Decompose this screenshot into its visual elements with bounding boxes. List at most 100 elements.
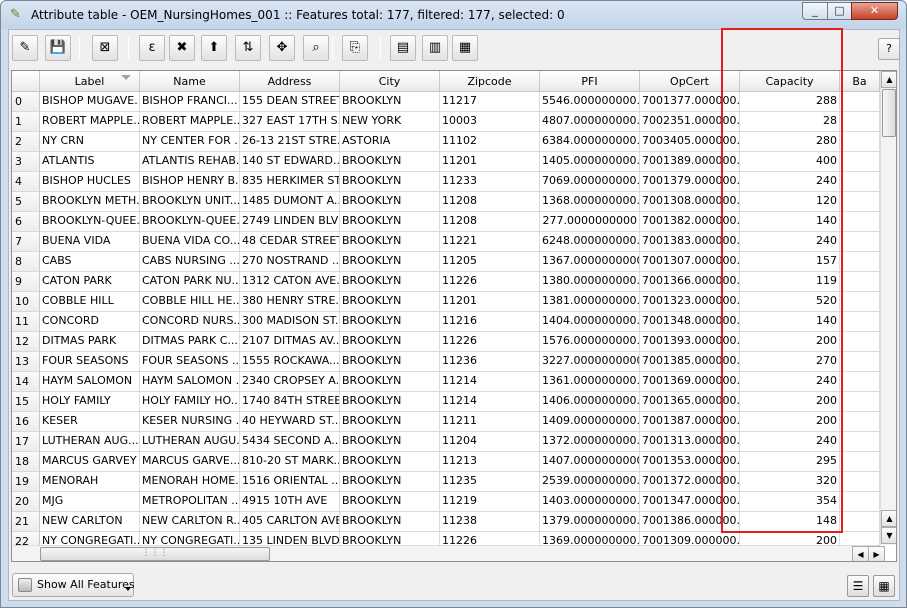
row-number[interactable]: 8 (12, 252, 40, 272)
cell-capacity[interactable]: 200 (740, 412, 840, 432)
column-header-ba[interactable]: Ba (840, 71, 880, 92)
cell-name[interactable]: CATON PARK NU... (140, 272, 240, 292)
cell-pfi[interactable]: 1406.000000000... (540, 392, 640, 412)
cell-pfi[interactable]: 1409.000000000... (540, 412, 640, 432)
field-calculator-button[interactable]: ▦ (452, 35, 478, 61)
cell-name[interactable]: BISHOP FRANCI... (140, 92, 240, 112)
cell-pfi[interactable]: 4807.000000000... (540, 112, 640, 132)
cell-zip[interactable]: 11219 (440, 492, 540, 512)
cell-pfi[interactable]: 1381.000000000... (540, 292, 640, 312)
cell-zip[interactable]: 11236 (440, 352, 540, 372)
cell-pfi[interactable]: 6384.000000000... (540, 132, 640, 152)
cell-city[interactable]: BROOKLYN (340, 232, 440, 252)
row-number[interactable]: 4 (12, 172, 40, 192)
cell-opcert[interactable]: 7001377.000000... (640, 92, 740, 112)
table-row[interactable]: 9 CATON PARK CATON PARK NU... 1312 CATON AV… (12, 272, 880, 292)
cell-address[interactable]: 48 CEDAR STREET (240, 232, 340, 252)
cell-label[interactable]: NEW CARLTON (40, 512, 140, 532)
row-number[interactable]: 10 (12, 292, 40, 312)
cell-ba[interactable] (840, 392, 880, 412)
cell-city[interactable]: BROOKLYN (340, 272, 440, 292)
copy-selected-rows-button[interactable]: ⎘ (342, 35, 368, 61)
cell-name[interactable]: LUTHERAN AUGU... (140, 432, 240, 452)
cell-zip[interactable]: 11211 (440, 412, 540, 432)
table-row[interactable]: 8 CABS CABS NURSING ... 270 NOSTRAND ... BRO… (12, 252, 880, 272)
cell-capacity[interactable]: 240 (740, 172, 840, 192)
cell-opcert[interactable]: 7001387.000000... (640, 412, 740, 432)
horizontal-scrollbar[interactable]: ⋮⋮⋮ ◀ ▶ (12, 545, 885, 561)
cell-opcert[interactable]: 7001366.000000... (640, 272, 740, 292)
cell-zip[interactable]: 11208 (440, 192, 540, 212)
cell-opcert[interactable]: 7001389.000000... (640, 152, 740, 172)
cell-opcert[interactable]: 7001386.000000... (640, 512, 740, 532)
cell-capacity[interactable]: 520 (740, 292, 840, 312)
cell-name[interactable]: NY CENTER FOR ... (140, 132, 240, 152)
cell-zip[interactable]: 11216 (440, 312, 540, 332)
cell-opcert[interactable]: 7001393.000000... (640, 332, 740, 352)
cell-address[interactable]: 1485 DUMONT A... (240, 192, 340, 212)
cell-zip[interactable]: 11226 (440, 332, 540, 352)
cell-address[interactable]: 2749 LINDEN BLVD (240, 212, 340, 232)
table-row[interactable]: 18 MARCUS GARVEY MARCUS GARVE... 810-20 ST … (12, 452, 880, 472)
cell-name[interactable]: CABS NURSING ... (140, 252, 240, 272)
cell-opcert[interactable]: 7001385.000000... (640, 352, 740, 372)
cell-name[interactable]: BUENA VIDA CO... (140, 232, 240, 252)
row-number[interactable]: 9 (12, 272, 40, 292)
cell-ba[interactable] (840, 132, 880, 152)
cell-opcert[interactable]: 7001383.000000... (640, 232, 740, 252)
cell-city[interactable]: BROOKLYN (340, 92, 440, 112)
cell-capacity[interactable]: 320 (740, 472, 840, 492)
cell-opcert[interactable]: 7001372.000000... (640, 472, 740, 492)
cell-ba[interactable] (840, 312, 880, 332)
cell-zip[interactable]: 10003 (440, 112, 540, 132)
cell-address[interactable]: 1740 84TH STREET (240, 392, 340, 412)
cell-opcert[interactable]: 7001382.000000... (640, 212, 740, 232)
cell-label[interactable]: COBBLE HILL (40, 292, 140, 312)
vertical-scrollbar[interactable]: ▲ ▲ ▼ (880, 71, 896, 545)
cell-ba[interactable] (840, 172, 880, 192)
table-row[interactable]: 6 BROOKLYN-QUEE... BROOKLYN-QUEE... 2749 LI… (12, 212, 880, 232)
cell-pfi[interactable]: 1380.000000000... (540, 272, 640, 292)
cell-opcert[interactable]: 7001369.000000... (640, 372, 740, 392)
cell-address[interactable]: 270 NOSTRAND ... (240, 252, 340, 272)
column-header-label[interactable]: Label (40, 71, 140, 92)
cell-address[interactable]: 40 HEYWARD ST... (240, 412, 340, 432)
table-row[interactable]: 7 BUENA VIDA BUENA VIDA CO... 48 CEDAR STRE… (12, 232, 880, 252)
row-number[interactable]: 15 (12, 392, 40, 412)
cell-ba[interactable] (840, 332, 880, 352)
cell-address[interactable]: 810-20 ST MARK... (240, 452, 340, 472)
cell-city[interactable]: BROOKLYN (340, 152, 440, 172)
scroll-up-arrow-icon[interactable]: ▲ (881, 510, 896, 527)
save-edits-button[interactable]: 💾 (45, 35, 71, 61)
row-number[interactable]: 16 (12, 412, 40, 432)
cell-label[interactable]: FOUR SEASONS (40, 352, 140, 372)
cell-ba[interactable] (840, 472, 880, 492)
row-number[interactable]: 21 (12, 512, 40, 532)
cell-capacity[interactable]: 400 (740, 152, 840, 172)
cell-city[interactable]: BROOKLYN (340, 432, 440, 452)
column-header-address[interactable]: Address (240, 71, 340, 92)
cell-pfi[interactable]: 1405.000000000... (540, 152, 640, 172)
cell-city[interactable]: BROOKLYN (340, 472, 440, 492)
cell-name[interactable]: MARCUS GARVE... (140, 452, 240, 472)
table-row[interactable]: 19 MENORAH MENORAH HOME... 1516 ORIENTAL ..… (12, 472, 880, 492)
cell-city[interactable]: BROOKLYN (340, 492, 440, 512)
cell-zip[interactable]: 11214 (440, 372, 540, 392)
table-row[interactable]: 14 HAYM SALOMON HAYM SALOMON ... 2340 CROPS… (12, 372, 880, 392)
cell-zip[interactable]: 11235 (440, 472, 540, 492)
deselect-all-button[interactable]: ✖ (169, 35, 195, 61)
cell-capacity[interactable]: 119 (740, 272, 840, 292)
title-bar[interactable]: ✎ Attribute table - OEM_NursingHomes_001… (1, 1, 906, 29)
cell-city[interactable]: BROOKLYN (340, 452, 440, 472)
table-row[interactable]: 16 KESER KESER NURSING ... 40 HEYWARD ST...… (12, 412, 880, 432)
cell-label[interactable]: HOLY FAMILY (40, 392, 140, 412)
cell-city[interactable]: BROOKLYN (340, 352, 440, 372)
cell-zip[interactable]: 11226 (440, 272, 540, 292)
minimize-button[interactable]: _ (802, 2, 828, 20)
cell-name[interactable]: COBBLE HILL HE... (140, 292, 240, 312)
scroll-down-arrow-icon[interactable]: ▼ (881, 527, 896, 544)
cell-address[interactable]: 2340 CROPSEY A... (240, 372, 340, 392)
cell-city[interactable]: BROOKLYN (340, 252, 440, 272)
cell-name[interactable]: HOLY FAMILY HO... (140, 392, 240, 412)
cell-label[interactable]: BROOKLYN-QUEE... (40, 212, 140, 232)
